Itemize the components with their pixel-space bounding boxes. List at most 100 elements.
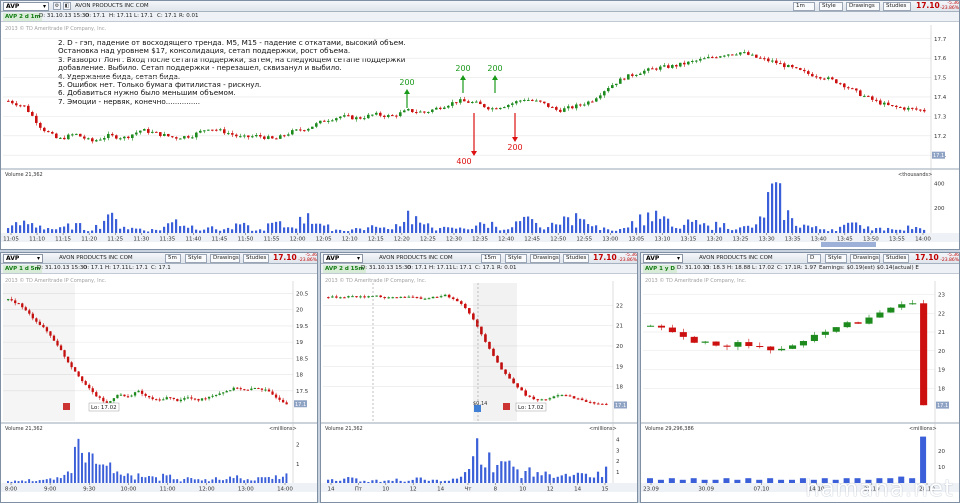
candle-body xyxy=(511,103,514,105)
candle-body xyxy=(126,396,130,398)
symbol-input[interactable]: AVP ▾ xyxy=(323,254,363,263)
style-button[interactable]: Style xyxy=(825,254,847,263)
candle-body xyxy=(371,296,374,298)
candle-body xyxy=(520,387,523,391)
x-tick-label: 12:40 xyxy=(498,237,514,243)
candle-body xyxy=(879,100,882,105)
volume-bar xyxy=(611,230,614,233)
volume-bar xyxy=(171,222,174,233)
volume-bar xyxy=(572,474,575,483)
candle-body xyxy=(391,297,395,299)
volume-bar xyxy=(263,230,266,233)
volume-bar xyxy=(395,224,398,233)
volume-bar xyxy=(38,480,41,483)
candle-body xyxy=(835,79,838,84)
candle-body xyxy=(439,107,442,109)
drawings-button[interactable]: Drawings xyxy=(530,254,560,263)
timeframe-badge[interactable]: AVP 2 d 1m xyxy=(3,13,43,21)
studies-button[interactable]: Studies xyxy=(563,254,589,263)
volume-bar xyxy=(253,480,256,483)
volume-bar xyxy=(627,227,630,233)
style-button[interactable]: Style xyxy=(185,254,207,263)
candle-body xyxy=(291,130,294,135)
studies-button[interactable]: Studies xyxy=(243,254,269,263)
y-tick-label: 22 xyxy=(938,311,945,317)
studies-button[interactable]: Studies xyxy=(883,2,911,11)
volume-bar xyxy=(903,230,906,233)
candle-body xyxy=(383,115,386,118)
y-tick-label: 21 xyxy=(938,330,945,336)
chart-1d5m[interactable]: 17.5 18 18.5 19 19.5 20 20.5 17.1 1 2 8:00 9:00 9:30… xyxy=(1,275,317,503)
chart-2d15m[interactable]: 181920212217.1123414 Пт 10 12 14 Чт 8 10 12 14 15$… xyxy=(321,275,637,503)
volume-bar xyxy=(563,216,566,233)
candle-body xyxy=(423,298,427,300)
symbol-input[interactable]: AVP ▾ xyxy=(3,2,49,11)
candle-body xyxy=(756,346,764,348)
style-button[interactable]: Style xyxy=(505,254,527,263)
volume-bar xyxy=(657,479,664,483)
x-tick-label: 14 xyxy=(574,487,581,493)
drawings-button[interactable]: Drawings xyxy=(846,2,880,11)
change-percent: -23.86% xyxy=(940,6,959,11)
candle-body xyxy=(435,296,439,298)
volume-bar xyxy=(23,220,26,233)
volume-bar xyxy=(327,479,330,483)
volume-bar xyxy=(399,226,402,233)
chart-1yD[interactable]: 18192021222317.1102023.09 30.09 07.10 14.10… xyxy=(641,275,959,503)
interval-selector[interactable]: 1m xyxy=(793,2,815,11)
style-button[interactable]: Style xyxy=(819,2,843,11)
lock-icon[interactable]: ◧ xyxy=(63,2,71,10)
candle-body xyxy=(832,327,840,332)
symbol-input[interactable]: AVP ▾ xyxy=(643,254,683,263)
studies-button[interactable]: Studies xyxy=(883,254,909,263)
timeframe-badge[interactable]: AVP 1 y D xyxy=(643,265,677,273)
candle-body xyxy=(112,398,116,402)
volume-bar xyxy=(155,477,157,483)
candle-body xyxy=(267,136,270,139)
timeframe-badge[interactable]: AVP 2 d 15m xyxy=(323,265,367,273)
volume-bar xyxy=(109,462,112,483)
volume-bar xyxy=(112,473,115,483)
interval-selector[interactable]: D xyxy=(807,254,821,263)
volume-bar xyxy=(35,227,38,233)
y-tick-label: 20 xyxy=(938,349,945,355)
volume-bar xyxy=(299,216,302,233)
volume-bar xyxy=(95,224,98,233)
interval-selector[interactable]: 15m xyxy=(481,254,501,263)
change-readout: -5.36 -23.86% xyxy=(617,253,637,263)
volume-bar xyxy=(229,476,232,483)
volume-bar xyxy=(285,473,288,483)
candle-body xyxy=(399,296,403,298)
x-tick-label: 12 xyxy=(547,487,554,493)
volume-bar xyxy=(439,481,443,483)
change-percent: -23.86% xyxy=(298,258,317,263)
volume-bar xyxy=(103,220,106,233)
settings-icon[interactable]: ⚙ xyxy=(53,2,61,10)
volume-label: Volume 21,362 xyxy=(325,426,363,432)
volume-bar xyxy=(751,227,754,233)
candle-body xyxy=(431,109,434,112)
volume-bar xyxy=(435,479,438,483)
volume-bar xyxy=(11,225,14,233)
drawings-button[interactable]: Drawings xyxy=(210,254,240,263)
x-tick-label: 13:30 xyxy=(759,237,775,243)
volume-bar xyxy=(287,227,290,233)
x-tick-label: 14 xyxy=(437,487,444,493)
candle-body xyxy=(31,111,34,116)
volume-bar xyxy=(151,476,154,483)
volume-bar xyxy=(127,229,130,233)
x-tick-label: 12:05 xyxy=(316,237,332,243)
candle-body xyxy=(571,106,574,109)
drawings-button[interactable]: Drawings xyxy=(850,254,880,263)
candle-body xyxy=(443,107,446,109)
interval-selector[interactable]: 5m xyxy=(165,254,181,263)
candle-body xyxy=(599,95,602,99)
candle-body xyxy=(351,115,354,120)
candle-body xyxy=(592,402,596,404)
x-tick-label: 12:20 xyxy=(394,237,410,243)
x-tick-label: Чт xyxy=(465,487,473,493)
candle-body xyxy=(611,85,614,89)
symbol-input[interactable]: AVP ▾ xyxy=(3,254,43,263)
volume-bar xyxy=(135,228,138,233)
main-chart[interactable]: 17.117.217.317.417.517.617.717.120040011… xyxy=(1,23,959,250)
